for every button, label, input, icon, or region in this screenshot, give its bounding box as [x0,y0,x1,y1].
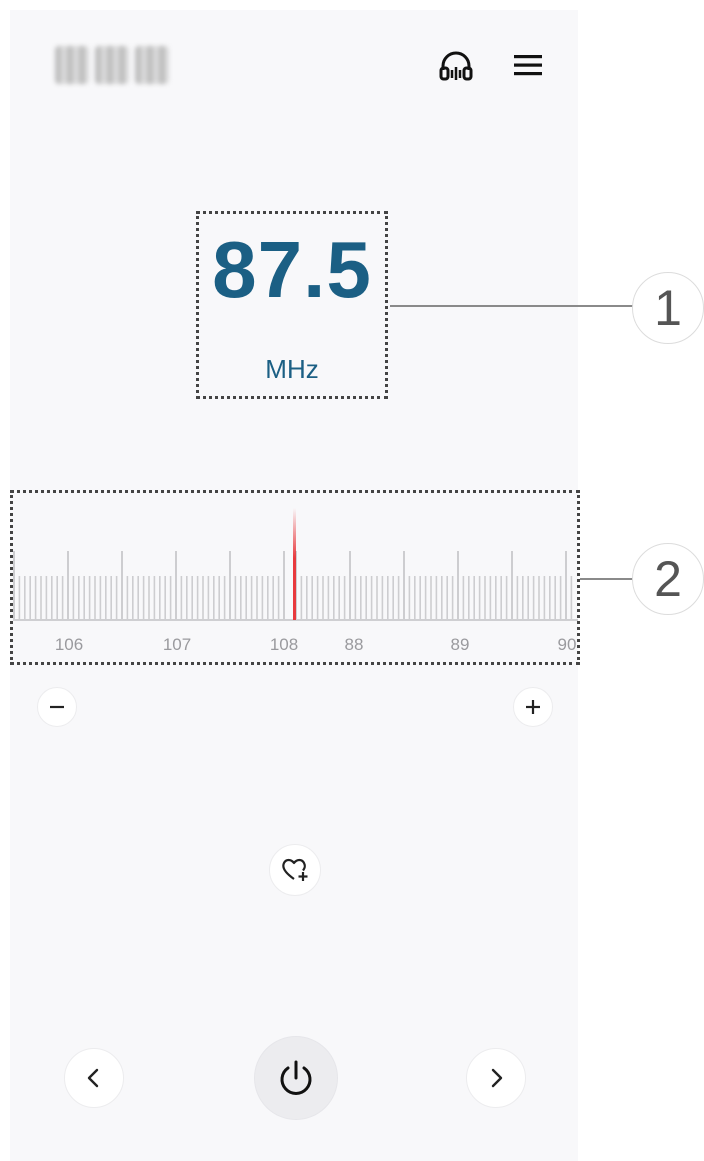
dial-label: 90 [558,635,577,654]
zoom-out-button[interactable] [37,687,77,727]
frequency-indicator [293,508,296,620]
dial-label: 89 [451,635,470,654]
plus-icon [526,700,540,714]
chevron-left-icon [87,1068,99,1088]
callout-2: 2 [632,543,704,615]
dial-label: 106 [55,635,83,654]
dial-label: 107 [163,635,191,654]
chevron-right-icon [491,1068,503,1088]
minus-icon [50,705,64,709]
callout-2-label: 2 [654,551,682,607]
callout-line-2 [580,578,634,580]
tuning-dial[interactable]: 106 107 108 88 89 90 [0,0,704,700]
dial-label: 88 [345,635,364,654]
previous-station-button[interactable] [64,1048,124,1108]
add-favorite-button[interactable] [269,844,321,896]
next-station-button[interactable] [466,1048,526,1108]
zoom-in-button[interactable] [513,687,553,727]
power-button[interactable] [254,1036,338,1120]
power-icon [280,1060,312,1095]
dial-label: 108 [270,635,298,654]
heart-add-icon [282,858,308,881]
